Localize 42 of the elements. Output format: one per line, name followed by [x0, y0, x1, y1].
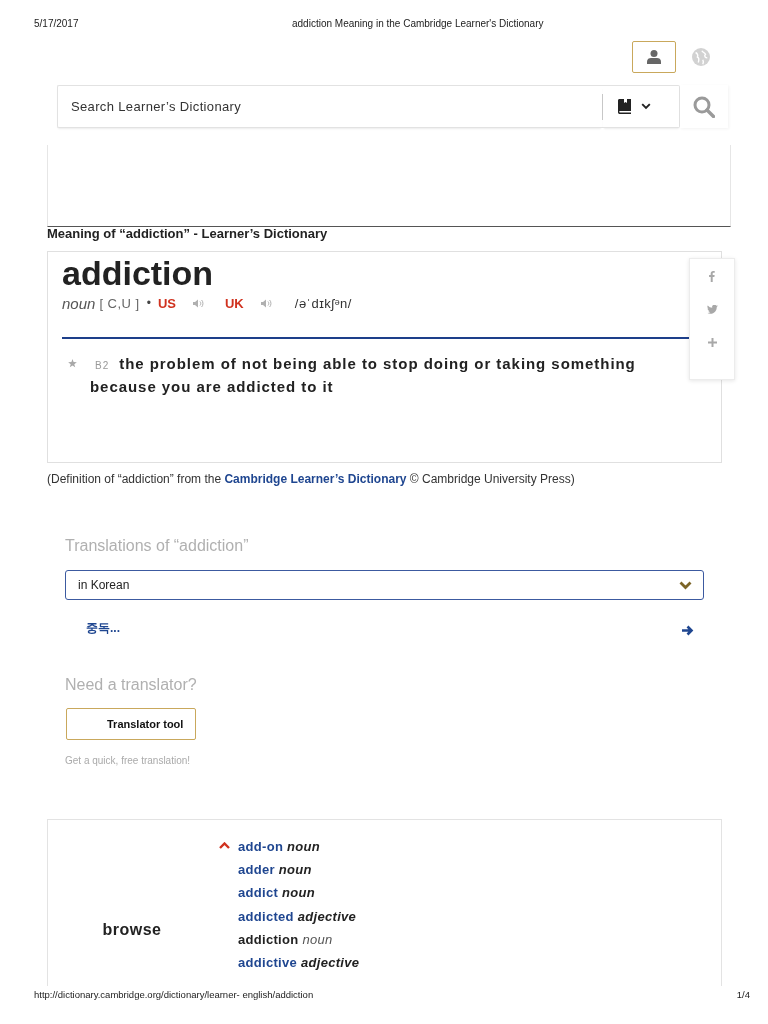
region-label: UK: [225, 295, 244, 311]
translator-heading: Need a translator?: [65, 675, 198, 695]
translations-heading: Translations of “addiction”: [65, 536, 250, 556]
browse-link[interactable]: addict noun: [238, 881, 315, 905]
separator-dot: •: [146, 296, 151, 310]
browse-link[interactable]: adder noun: [238, 858, 312, 882]
bird-icon[interactable]: [706, 305, 718, 314]
plus-icon[interactable]: [707, 338, 717, 347]
region-label: US: [157, 295, 176, 311]
speaker-icon[interactable]: [193, 298, 204, 308]
letter-f-icon[interactable]: [709, 271, 715, 282]
print-title: addiction Meaning in the Cambridge Learner's Dictionary: [292, 18, 544, 30]
ipa-transcription: /əˈdɪkʃᵊn/: [294, 295, 352, 311]
dictionary-link[interactable]: Cambridge Learner’s Dictionary: [224, 472, 407, 486]
user-button[interactable]: [632, 41, 676, 73]
part-of-speech: noun: [62, 294, 96, 312]
browse-link[interactable]: addiction noun: [238, 927, 333, 951]
definition-text: B2 the problem of not being able to stop doing or taking something because you are addicted to it: [90, 354, 637, 397]
search-icon: [693, 95, 715, 118]
person-icon: [647, 50, 661, 64]
translator-tool-button[interactable]: Translator tool: [66, 708, 196, 740]
translator-hint: Get a quick, free translation!: [65, 755, 192, 767]
browse-link[interactable]: add-on noun: [238, 835, 320, 859]
star-icon[interactable]: [68, 359, 77, 368]
globe-icon[interactable]: [692, 48, 710, 66]
meaning-heading: Meaning of “addiction” - Learner’s Dictionary: [47, 227, 329, 241]
grammar-code: [ C,U ]: [99, 295, 140, 311]
speaker-icon[interactable]: [260, 298, 272, 308]
browse-link[interactable]: addictive adjective: [238, 951, 360, 975]
browse-label: browse: [102, 921, 162, 938]
caret-up-icon[interactable]: [219, 842, 230, 849]
page-url: http://dictionary.cambridge.org/dictionary/learner- english/addiction: [34, 989, 314, 1001]
chevron-down-icon: [679, 580, 692, 590]
headword: addiction: [62, 253, 214, 293]
browse-link[interactable]: addicted adjective: [238, 904, 357, 928]
page-number: 1/4: [736, 989, 750, 1001]
translation-link[interactable]: 중독...: [86, 619, 120, 637]
print-date: 5/17/2017: [34, 18, 80, 30]
search-button[interactable]: [680, 85, 728, 128]
arrow-right-icon[interactable]: [682, 624, 694, 636]
language-select[interactable]: in Korean: [65, 570, 704, 600]
attribution-text: (Definition of “addiction” from the Cambridge Learner’s Dictionary © Cambridge University Press): [47, 472, 576, 486]
